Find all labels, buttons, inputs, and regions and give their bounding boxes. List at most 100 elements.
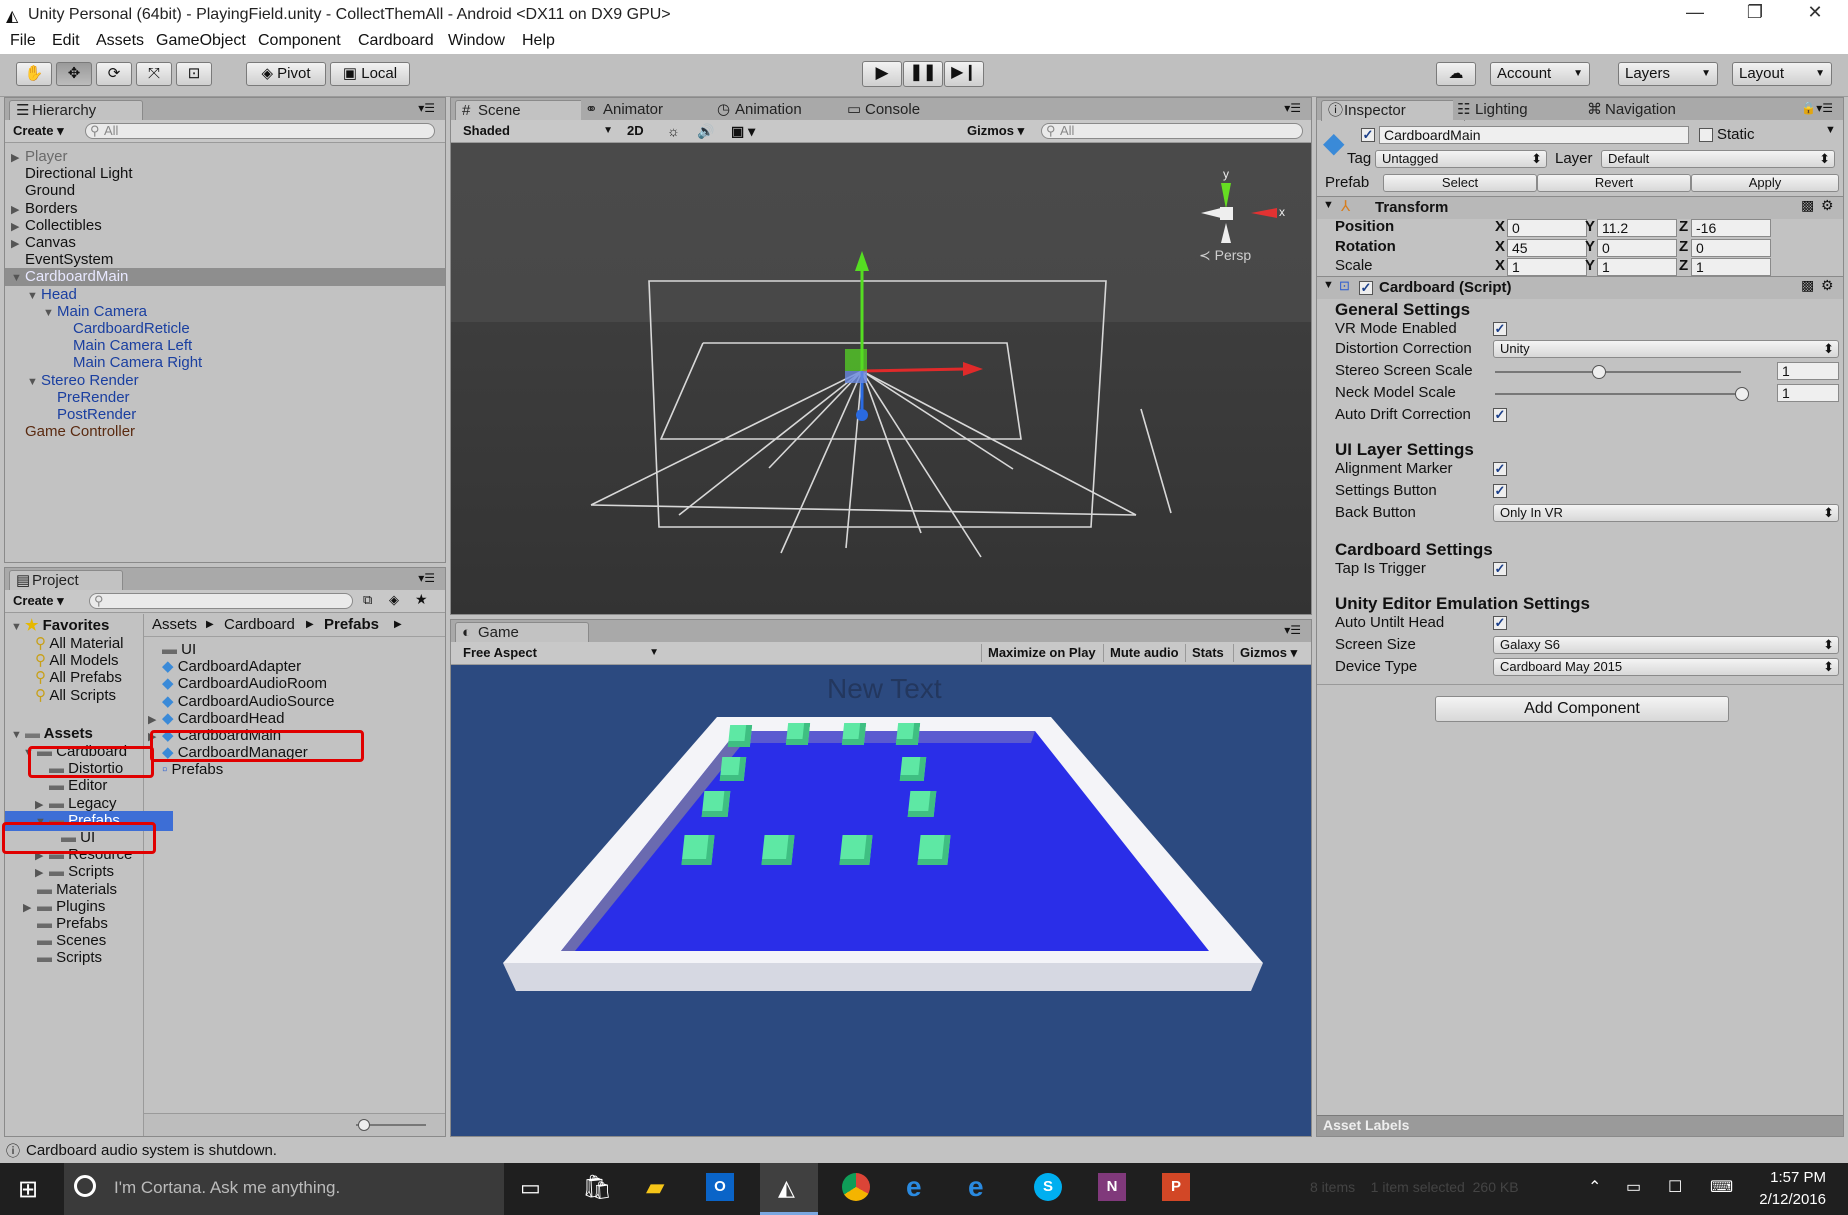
cortana-search-box[interactable]: I'm Cortana. Ask me anything.	[64, 1163, 504, 1215]
breadcrumb-prefabs[interactable]: Prefabs	[324, 615, 379, 635]
alignment-marker-checkbox[interactable]: ✓	[1493, 462, 1507, 476]
add-component-button[interactable]: Add Component	[1435, 696, 1729, 722]
unity-taskbar-button[interactable]: ◭	[760, 1163, 818, 1215]
menu-component[interactable]: Component	[258, 32, 341, 50]
menu-gameobject[interactable]: GameObject	[156, 32, 246, 50]
play-button[interactable]: ▶	[862, 61, 902, 87]
axis-z-label[interactable]: Z	[1679, 257, 1688, 274]
project-create-dropdown[interactable]: Create ▾	[13, 592, 64, 610]
clock-time[interactable]: 1:57 PM	[1766, 1169, 1826, 1186]
scale-tool-icon[interactable]: ⤧	[136, 62, 172, 86]
screen-size-dropdown[interactable]: Galaxy S6 ⬍	[1493, 636, 1839, 654]
tab-lighting[interactable]: ☷ Lighting	[1453, 100, 1585, 120]
clock-date[interactable]: 2/12/2016	[1746, 1191, 1826, 1208]
hierarchy-item[interactable]: ▶ Borders	[5, 200, 445, 218]
maximize-on-play-toggle[interactable]: Maximize on Play	[981, 644, 1096, 662]
transform-z-field[interactable]: -16	[1691, 219, 1771, 237]
menu-cardboard[interactable]: Cardboard	[358, 32, 434, 50]
chevron-down-icon[interactable]: ▼	[1825, 124, 1836, 136]
tab-console[interactable]: ▭ Console	[843, 100, 975, 120]
lighting-toggle-icon[interactable]: ☼	[667, 122, 680, 140]
internet-explorer-icon[interactable]: e	[906, 1171, 922, 1203]
axis-y-label[interactable]: Y	[1585, 257, 1595, 274]
skype-icon[interactable]: S	[1034, 1173, 1062, 1201]
lock-menu-icon[interactable]: 🔒▾☰	[1801, 101, 1833, 115]
account-dropdown[interactable]: Account ▼	[1490, 62, 1590, 86]
help-book-icon[interactable]: ▩	[1801, 197, 1814, 214]
layer-dropdown[interactable]: Default ⬍	[1601, 150, 1835, 168]
gear-icon[interactable]: ⚙	[1821, 197, 1834, 214]
breadcrumb-cardboard[interactable]: Cardboard	[224, 615, 295, 635]
tab-animator[interactable]: ⚭ Animator	[581, 100, 713, 120]
local-toggle[interactable]: ▣ Local	[330, 62, 410, 86]
scene-viewport[interactable]: y x ≺ Persp	[451, 143, 1311, 614]
menu-edit[interactable]: Edit	[52, 32, 80, 50]
cardboard-script-header[interactable]: ▼ ⊡ ✓ Cardboard (Script) ▩ ⚙	[1317, 276, 1843, 299]
file-explorer-icon[interactable]: ▰	[646, 1173, 664, 1202]
transform-header[interactable]: ▼ ⅄ Transform ▩ ⚙	[1317, 196, 1843, 219]
axis-x-label[interactable]: X	[1495, 257, 1505, 274]
hierarchy-item[interactable]: ▶ Player	[5, 148, 445, 166]
asset-folder-item[interactable]: ▬ Scripts	[23, 948, 102, 968]
hierarchy-item[interactable]: CardboardReticle	[5, 320, 445, 338]
asset-labels-bar[interactable]: Asset Labels	[1317, 1115, 1843, 1136]
assets-header[interactable]: ▼ ▬ Assets	[11, 724, 93, 744]
zoom-slider-thumb[interactable]	[358, 1119, 370, 1131]
favorite-star-icon[interactable]: ★	[415, 591, 428, 608]
vr-mode-checkbox[interactable]: ✓	[1493, 322, 1507, 336]
windows-start-icon[interactable]: ⊞	[18, 1175, 38, 1204]
pivot-toggle[interactable]: ◈ Pivot	[246, 62, 326, 86]
notifications-icon[interactable]: ☐	[1668, 1177, 1682, 1197]
mute-audio-toggle[interactable]: Mute audio	[1103, 644, 1179, 662]
hierarchy-search-input[interactable]: ⚲ All	[85, 123, 435, 139]
powerpoint-icon[interactable]: P	[1162, 1173, 1190, 1201]
prefab-select-button[interactable]: Select	[1383, 174, 1537, 192]
close-button[interactable]: ✕	[1792, 2, 1838, 28]
stereo-slider-track[interactable]	[1495, 371, 1741, 373]
filter-label-icon[interactable]: ◈	[389, 592, 399, 608]
distortion-dropdown[interactable]: Unity ⬍	[1493, 340, 1839, 358]
neck-scale-field[interactable]: 1	[1777, 384, 1839, 402]
object-active-checkbox[interactable]: ✓	[1361, 128, 1375, 142]
tab-hierarchy[interactable]: ☰ Hierarchy	[9, 100, 143, 121]
effects-dropdown-icon[interactable]: ▣ ▾	[731, 122, 755, 140]
step-button[interactable]: ▶❙	[944, 61, 984, 87]
game-viewport[interactable]: New Text	[451, 665, 1311, 1136]
onenote-icon[interactable]: N	[1098, 1173, 1126, 1201]
axis-z-label[interactable]: Z	[1679, 218, 1688, 235]
transform-y-field[interactable]: 11.2	[1597, 219, 1677, 237]
static-checkbox[interactable]	[1699, 128, 1713, 142]
scene-gizmos-dropdown[interactable]: Gizmos ▾	[967, 122, 1024, 140]
keyboard-icon[interactable]: ⌨	[1710, 1177, 1733, 1197]
hierarchy-item[interactable]: ▼ Stereo Render	[5, 372, 445, 390]
project-file-item[interactable]: ▫ Prefabs	[148, 760, 223, 780]
tab-navigation[interactable]: ⌘ Navigation	[1583, 100, 1725, 120]
orientation-gizmo[interactable]: y x ≺ Persp	[1191, 167, 1291, 264]
panel-menu-icon[interactable]: ▾☰	[1284, 623, 1301, 637]
minimize-button[interactable]: —	[1672, 2, 1718, 28]
menu-window[interactable]: Window	[448, 32, 505, 50]
hierarchy-item[interactable]: EventSystem	[5, 251, 445, 269]
neck-slider-track[interactable]	[1495, 393, 1741, 395]
hierarchy-create-dropdown[interactable]: Create ▾	[13, 122, 64, 140]
tab-game[interactable]: ◐ Game	[455, 622, 589, 643]
hierarchy-item[interactable]: PostRender	[5, 406, 445, 424]
prefab-revert-button[interactable]: Revert	[1537, 174, 1691, 192]
axis-x-label[interactable]: X	[1495, 238, 1505, 255]
chrome-icon[interactable]	[842, 1173, 870, 1201]
aspect-dropdown[interactable]: Free Aspect ▼	[463, 644, 659, 662]
shading-dropdown[interactable]: Shaded ▼	[463, 122, 613, 140]
projection-label[interactable]: ≺ Persp	[1199, 247, 1251, 264]
hierarchy-item[interactable]: Main Camera Right	[5, 354, 445, 372]
hierarchy-item[interactable]: Main Camera Left	[5, 337, 445, 355]
store-icon[interactable]: 🛍	[582, 1173, 612, 1202]
layers-dropdown[interactable]: Layers ▼	[1618, 62, 1718, 86]
outlook-icon[interactable]: O	[706, 1173, 734, 1201]
chevron-up-icon[interactable]: ⌃	[1588, 1177, 1601, 1197]
stereo-scale-field[interactable]: 1	[1777, 362, 1839, 380]
status-message[interactable]: Cardboard audio system is shutdown.	[26, 1142, 277, 1159]
audio-toggle-icon[interactable]: 🔊	[697, 122, 714, 140]
tag-dropdown[interactable]: Untagged ⬍	[1375, 150, 1547, 168]
tap-trigger-checkbox[interactable]: ✓	[1493, 562, 1507, 576]
hierarchy-item[interactable]: Game Controller	[5, 423, 445, 441]
